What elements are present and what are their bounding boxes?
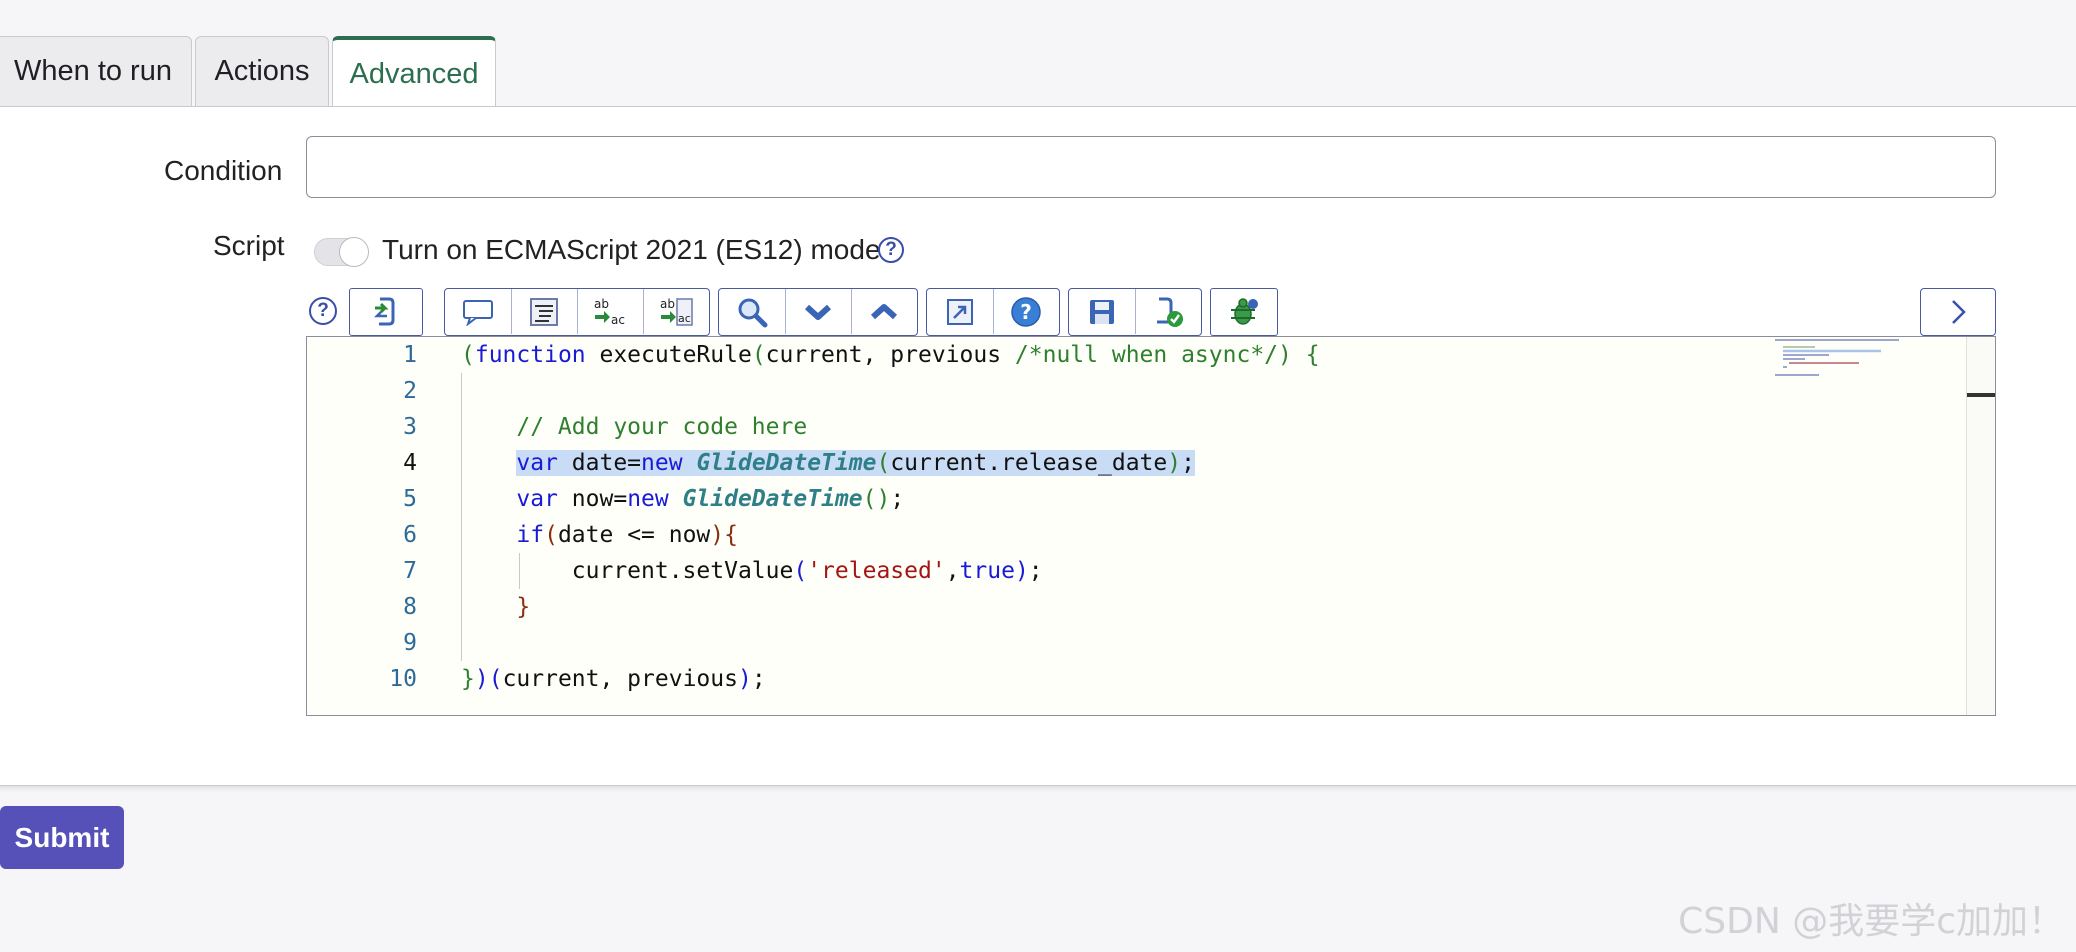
debug-button[interactable] [1210, 288, 1278, 336]
condition-label: Condition [164, 155, 283, 186]
debug-icon [1231, 298, 1258, 325]
code-text: })(current, previous); [461, 666, 766, 692]
help-icon: ? [1011, 296, 1041, 327]
es-mode-help-icon[interactable]: ? [878, 237, 904, 263]
svg-text:ac: ac [611, 313, 625, 327]
line-number: 7 [403, 558, 417, 584]
line-number: 1 [403, 342, 417, 368]
format-code-button[interactable] [511, 289, 578, 334]
es-mode-toggle[interactable] [314, 237, 369, 267]
chevron-up-icon [870, 303, 898, 319]
replace-all-button[interactable]: ab ac [643, 289, 709, 334]
code-text: var date=new GlideDateTime(current.relea… [516, 450, 1195, 476]
scrollbar-thumb[interactable] [1967, 393, 1995, 397]
code-line: 4 var date=new GlideDateTime(current.rel… [307, 445, 1995, 481]
code-text: var now=new GlideDateTime(); [516, 486, 905, 512]
code-line: 2 [307, 373, 1995, 409]
tab-actions[interactable]: Actions [195, 36, 329, 106]
replace-button[interactable]: ab ac [577, 289, 644, 334]
script-include-button[interactable] [349, 288, 423, 336]
search-previous-button[interactable] [851, 289, 917, 334]
toggle-knob [339, 237, 369, 267]
view-toolbar-group: ? [926, 288, 1060, 336]
comment-icon [463, 299, 493, 326]
code-line: 9 [307, 625, 1995, 661]
script-label: Script [213, 230, 285, 261]
search-icon [738, 298, 768, 327]
script-help-icon[interactable]: ? [309, 297, 337, 325]
svg-text:ab: ab [660, 297, 675, 311]
save-toolbar-group [1068, 288, 1202, 336]
svg-text:ab: ab [594, 297, 609, 311]
line-number: 6 [403, 522, 417, 548]
code-line: 3 // Add your code here [307, 409, 1995, 445]
code-line: 10 })(current, previous); [307, 661, 1995, 697]
script-editor[interactable]: 1 (function executeRule(current, previou… [306, 336, 1996, 716]
search-button[interactable] [719, 289, 786, 334]
line-number: 10 [389, 666, 417, 692]
tab-when-to-run[interactable]: When to run [0, 36, 192, 106]
code-minimap[interactable] [1775, 337, 1995, 715]
editor-scrollbar[interactable] [1966, 337, 1995, 715]
minimap-preview [1775, 339, 1899, 376]
code-text: if(date <= now){ [516, 522, 738, 548]
validate-button[interactable] [1135, 289, 1201, 334]
save-icon [1090, 299, 1114, 324]
save-button[interactable] [1069, 289, 1136, 334]
line-number: 5 [403, 486, 417, 512]
watermark: CSDN @我要学c加加！ [1678, 901, 2064, 942]
format-code-icon [530, 297, 558, 326]
code-text: current.setValue('released',true); [461, 558, 1043, 584]
tab-advanced[interactable]: Advanced [332, 36, 496, 108]
fullscreen-button[interactable] [927, 289, 994, 334]
line-number: 3 [403, 414, 417, 440]
line-number: 2 [403, 378, 417, 404]
code-line: 6 if(date <= now){ [307, 517, 1995, 553]
fullscreen-icon [947, 298, 973, 325]
code-text: } [516, 594, 531, 620]
code-text: // Add your code here [516, 414, 808, 440]
expand-toolbar-button[interactable] [1920, 288, 1996, 336]
search-next-button[interactable] [785, 289, 852, 334]
condition-input[interactable] [306, 136, 1996, 198]
code-line: 8 } [307, 589, 1995, 625]
code-line: 7 current.setValue('released',true); [307, 553, 1995, 589]
replace-icon: ab ac [594, 297, 625, 327]
submit-button[interactable]: Submit [0, 806, 124, 869]
chevron-right-icon [1952, 300, 1966, 324]
code-line: 5 var now=new GlideDateTime(); [307, 481, 1995, 517]
code-text: (function executeRule(current, previous … [461, 342, 1320, 368]
edit-toolbar-group: ab ac ab ac [444, 288, 710, 336]
line-number: 9 [403, 630, 417, 656]
es-mode-label: Turn on ECMAScript 2021 (ES12) mode [382, 234, 881, 265]
code-line: 1 (function executeRule(current, previou… [307, 337, 1995, 373]
line-number: 8 [403, 594, 417, 620]
help-button[interactable]: ? [993, 289, 1059, 334]
chevron-down-icon [804, 304, 832, 320]
line-number: 4 [403, 450, 417, 476]
replace-all-icon: ab ac [660, 297, 693, 326]
validate-icon [1157, 297, 1183, 327]
search-toolbar-group [718, 288, 918, 336]
svg-text:?: ? [1020, 300, 1032, 324]
svg-text:ac: ac [678, 312, 691, 325]
script-include-icon [373, 297, 395, 326]
comment-button[interactable] [445, 289, 512, 334]
